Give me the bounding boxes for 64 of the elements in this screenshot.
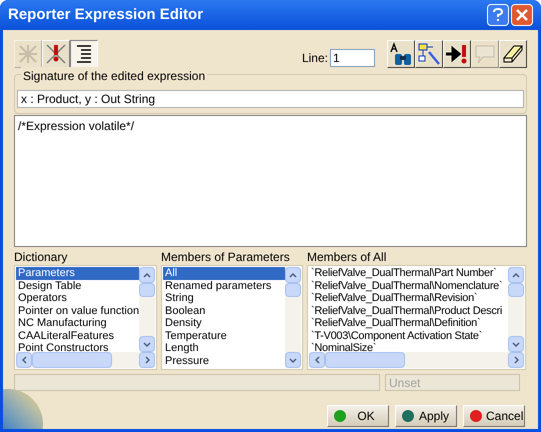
close-button[interactable] — [511, 4, 533, 26]
scroll-down-button[interactable] — [139, 336, 155, 352]
list-title: Members of Parameters — [161, 250, 291, 265]
arrow-alert-icon — [445, 42, 469, 66]
scroll-thumb[interactable] — [32, 352, 112, 368]
apply-button[interactable]: Apply — [395, 405, 457, 427]
list-title: Dictionary — [14, 250, 68, 265]
list-item[interactable]: Renamed parameters — [163, 280, 285, 292]
status-field: Unset — [385, 374, 520, 391]
scroll-thumb[interactable] — [139, 283, 155, 297]
binoculars-icon — [389, 42, 413, 66]
list-item[interactable]: Operators — [16, 292, 139, 304]
line-field[interactable]: 1 — [330, 49, 375, 67]
list-item[interactable]: `ReliefValve_DualThermal\Revision` — [309, 292, 508, 304]
scroll-right-button[interactable] — [139, 352, 155, 368]
list-title: Members of All — [307, 250, 388, 265]
list-item[interactable]: Pointer on value function — [16, 304, 139, 317]
list-item[interactable]: Point Constructors — [16, 342, 139, 352]
list-item[interactable]: Boolean — [163, 304, 285, 317]
list-item[interactable]: `T-V003\Component Activation State` — [309, 330, 508, 342]
scroll-thumb[interactable] — [325, 352, 405, 368]
crossed-alert-icon — [45, 43, 67, 65]
list-item[interactable]: All — [163, 267, 285, 280]
list-item[interactable]: CAALiteralFeatures — [16, 330, 139, 342]
list-item[interactable]: Design Table — [16, 280, 139, 292]
diagram-wand-icon — [417, 42, 441, 66]
close-icon — [516, 9, 528, 21]
list-item[interactable]: String — [163, 292, 285, 304]
scroll-left-button[interactable] — [16, 352, 32, 368]
scroll-thumb[interactable] — [508, 283, 524, 297]
scroll-up-button[interactable] — [285, 267, 301, 283]
list-item[interactable]: `ReliefValve_DualThermal\Nomenclature` — [309, 280, 508, 292]
cancel-button[interactable]: Cancel — [463, 405, 525, 427]
ok-button[interactable]: OK — [327, 405, 389, 427]
list-item[interactable]: NC Manufacturing — [16, 317, 139, 330]
list-item[interactable]: `NominalSize` — [309, 342, 508, 352]
list-item[interactable]: `ReliefValve_DualThermal\Product Descri — [309, 304, 508, 317]
vertical-scrollbar[interactable] — [508, 267, 524, 352]
horizontal-scrollbar[interactable] — [16, 352, 155, 368]
scroll-left-button[interactable] — [309, 352, 325, 368]
scroll-thumb[interactable] — [285, 283, 301, 297]
list-item[interactable]: `ReliefValve_DualThermal\Definition` — [309, 317, 508, 330]
toolbar-button[interactable] — [70, 40, 98, 68]
help-icon — [493, 8, 503, 22]
expression-editor[interactable]: /*Expression volatile*/ — [14, 115, 527, 247]
group-title: Signature of the edited expression — [21, 67, 208, 85]
scroll-up-button[interactable] — [139, 267, 155, 283]
list-item[interactable]: Pressure — [163, 354, 285, 367]
list-item[interactable]: Length — [163, 342, 285, 354]
horizontal-scrollbar[interactable] — [309, 352, 524, 368]
window-title: Reporter Expression Editor — [8, 4, 204, 25]
vertical-scrollbar[interactable] — [139, 267, 155, 352]
scroll-down-button[interactable] — [285, 352, 301, 368]
list-item[interactable]: Density — [163, 317, 285, 330]
list-item[interactable]: Temperature — [163, 330, 285, 342]
scroll-right-button[interactable] — [508, 352, 524, 368]
help-button[interactable] — [487, 4, 509, 26]
scroll-up-button[interactable] — [508, 267, 524, 283]
list-item[interactable]: Parameters — [16, 267, 139, 280]
line-label: Line: — [302, 50, 328, 67]
list-item[interactable]: `ReliefValve_DualThermal\Part Number` — [309, 267, 508, 280]
scroll-down-button[interactable] — [508, 336, 524, 352]
signature-field[interactable]: x : Product, y : Out String — [17, 90, 524, 108]
vertical-scrollbar[interactable] — [285, 267, 301, 368]
